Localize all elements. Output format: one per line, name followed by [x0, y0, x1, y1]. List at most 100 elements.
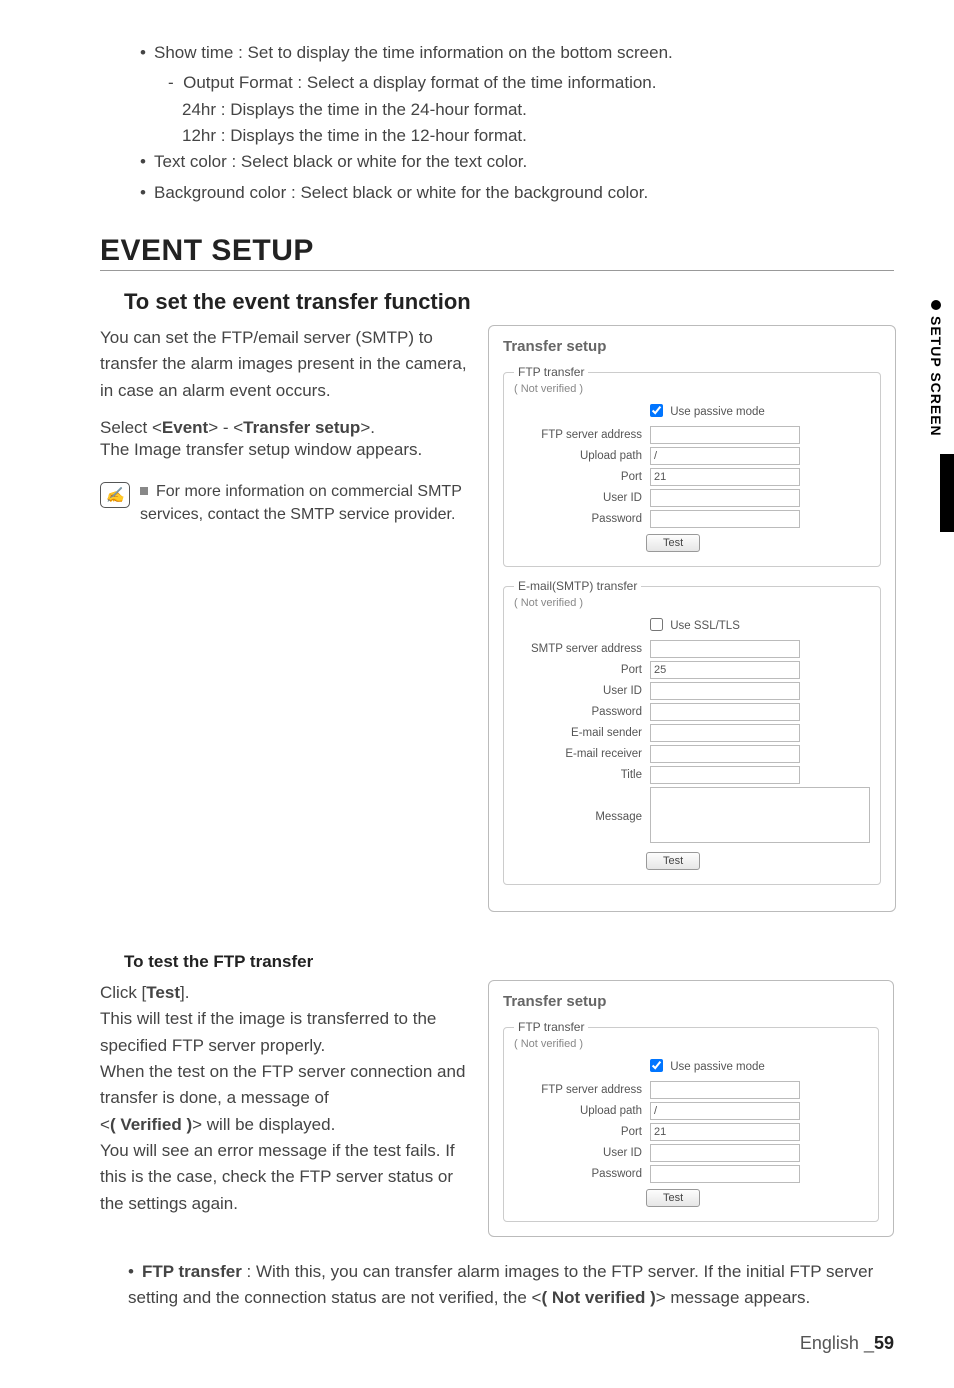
bullet-show-time: •Show time : Set to display the time inf… — [140, 40, 894, 66]
smtp-title-input[interactable] — [650, 766, 800, 784]
smtp-ssl-label: Use SSL/TLS — [670, 620, 740, 632]
ftp-bullet-nv: ( Not verified ) — [541, 1288, 655, 1307]
ftp-legend-1: FTP transfer — [514, 365, 588, 379]
nav-line: Select <Event> - <Transfer setup>. — [100, 418, 470, 438]
ftp-legend-2: FTP transfer — [514, 1020, 588, 1034]
nav-suffix: >. — [360, 418, 375, 437]
smtp-ssl-checkbox[interactable] — [650, 618, 663, 631]
side-label: SETUP SCREEN — [928, 316, 944, 437]
bullet-bg-color-text: Background color : Select black or white… — [154, 183, 648, 202]
ftp-addr-label-1: FTP server address — [514, 429, 650, 441]
smtp-pass-input[interactable] — [650, 703, 800, 721]
side-black-bar — [940, 454, 954, 532]
smtp-port-input[interactable] — [650, 661, 800, 679]
ftp-passive-checkbox-2[interactable] — [650, 1059, 663, 1072]
ftp-upload-input-2[interactable] — [650, 1102, 800, 1120]
test-p3b-bold: ( Verified ) — [110, 1115, 192, 1134]
ftp-transfer-bullet: •FTP transfer : With this, you can trans… — [128, 1259, 894, 1312]
ftp-status-1: ( Not verified ) — [514, 383, 870, 395]
nav-line-2: The Image transfer setup window appears. — [100, 440, 470, 460]
top-bullet-list: •Show time : Set to display the time inf… — [140, 40, 894, 206]
test-click-btn: Test — [146, 983, 180, 1002]
nav-transfer-setup: Transfer setup — [243, 418, 360, 437]
smtp-addr-label: SMTP server address — [514, 643, 650, 655]
test-click-pre: Click [ — [100, 983, 146, 1002]
smtp-pass-label: Password — [514, 706, 650, 718]
ftp-test-button-2[interactable]: Test — [646, 1189, 700, 1207]
test-ftp-heading: To test the FTP transfer — [124, 952, 894, 972]
ftp-addr-input-1[interactable] — [650, 426, 800, 444]
smtp-message-label: Message — [514, 811, 650, 823]
ftp-addr-input-2[interactable] — [650, 1081, 800, 1099]
side-dot-icon — [931, 300, 941, 310]
smtp-receiver-input[interactable] — [650, 745, 800, 763]
smtp-ssl-row: Use SSL/TLS — [646, 615, 870, 634]
sub-output-format-text: Output Format : Select a display format … — [183, 73, 656, 92]
ftp-upload-input-1[interactable] — [650, 447, 800, 465]
ftp-test-button-1[interactable]: Test — [646, 534, 700, 552]
test-p4: You will see an error message if the tes… — [100, 1141, 455, 1213]
test-click-post: ]. — [180, 983, 189, 1002]
subsection-title: To set the event transfer function — [124, 289, 894, 315]
note-icon: ✍ — [100, 482, 130, 508]
ftp-port-input-2[interactable] — [650, 1123, 800, 1141]
panel2-title: Transfer setup — [503, 993, 879, 1010]
sub-output-format: - Output Format : Select a display forma… — [168, 70, 894, 96]
test-p3a: When the test on the FTP server connecti… — [100, 1062, 465, 1107]
intro-paragraph: You can set the FTP/email server (SMTP) … — [100, 325, 470, 404]
test-p2: This will test if the image is transferr… — [100, 1009, 436, 1054]
footer-page: 59 — [874, 1333, 894, 1353]
note-square-icon — [140, 487, 148, 495]
smtp-test-button[interactable]: Test — [646, 852, 700, 870]
smtp-title-label: Title — [514, 769, 650, 781]
smtp-port-label: Port — [514, 664, 650, 676]
note-row: ✍ For more information on commercial SMT… — [100, 480, 470, 526]
page-footer: English _59 — [800, 1333, 894, 1354]
bullet-text-color: •Text color : Select black or white for … — [140, 149, 894, 175]
bullet-show-time-text: Show time : Set to display the time info… — [154, 43, 673, 62]
ftp-user-label-1: User ID — [514, 492, 650, 504]
smtp-legend: E-mail(SMTP) transfer — [514, 579, 641, 593]
ftp-bullet-bold: FTP transfer — [142, 1262, 242, 1281]
ftp-transfer-group-2: FTP transfer ( Not verified ) Use passiv… — [503, 1020, 879, 1222]
bullet-bg-color: •Background color : Select black or whit… — [140, 180, 894, 206]
ftp-bullet-end: > message appears. — [656, 1288, 811, 1307]
note-text-wrap: For more information on commercial SMTP … — [140, 480, 470, 526]
ftp-port-label-2: Port — [514, 1126, 650, 1138]
ftp-status-2: ( Not verified ) — [514, 1038, 868, 1050]
ftp-pass-input-1[interactable] — [650, 510, 800, 528]
note-text: For more information on commercial SMTP … — [140, 483, 462, 523]
ftp-passive-checkbox-1[interactable] — [650, 404, 663, 417]
ftp-upload-label-1: Upload path — [514, 450, 650, 462]
transfer-setup-panel-2: Transfer setup FTP transfer ( Not verifi… — [488, 980, 894, 1237]
ftp-user-input-2[interactable] — [650, 1144, 800, 1162]
smtp-transfer-group: E-mail(SMTP) transfer ( Not verified ) U… — [503, 579, 881, 885]
smtp-user-input[interactable] — [650, 682, 800, 700]
smtp-sender-label: E-mail sender — [514, 727, 650, 739]
sub-12hr: 12hr : Displays the time in the 12-hour … — [182, 123, 894, 149]
smtp-addr-input[interactable] — [650, 640, 800, 658]
smtp-sender-input[interactable] — [650, 724, 800, 742]
ftp-passive-label-2: Use passive mode — [670, 1061, 765, 1073]
transfer-setup-panel-1: Transfer setup FTP transfer ( Not verifi… — [488, 325, 896, 912]
ftp-passive-label-1: Use passive mode — [670, 406, 765, 418]
ftp-addr-label-2: FTP server address — [514, 1084, 650, 1096]
ftp-passive-row-1: Use passive mode — [646, 401, 870, 420]
test-body: Click [Test]. This will test if the imag… — [100, 980, 470, 1217]
test-p3b-pre: < — [100, 1115, 110, 1134]
ftp-pass-input-2[interactable] — [650, 1165, 800, 1183]
ftp-user-label-2: User ID — [514, 1147, 650, 1159]
side-tab: SETUP SCREEN — [918, 300, 954, 437]
ftp-port-label-1: Port — [514, 471, 650, 483]
ftp-upload-label-2: Upload path — [514, 1105, 650, 1117]
section-title: EVENT SETUP — [100, 234, 894, 271]
test-p3b-post: > will be displayed. — [192, 1115, 335, 1134]
ftp-port-input-1[interactable] — [650, 468, 800, 486]
ftp-user-input-1[interactable] — [650, 489, 800, 507]
smtp-status: ( Not verified ) — [514, 597, 870, 609]
nav-prefix: Select < — [100, 418, 162, 437]
smtp-message-textarea[interactable] — [650, 787, 870, 843]
ftp-pass-label-2: Password — [514, 1168, 650, 1180]
nav-event: Event — [162, 418, 208, 437]
bullet-text-color-text: Text color : Select black or white for t… — [154, 152, 527, 171]
